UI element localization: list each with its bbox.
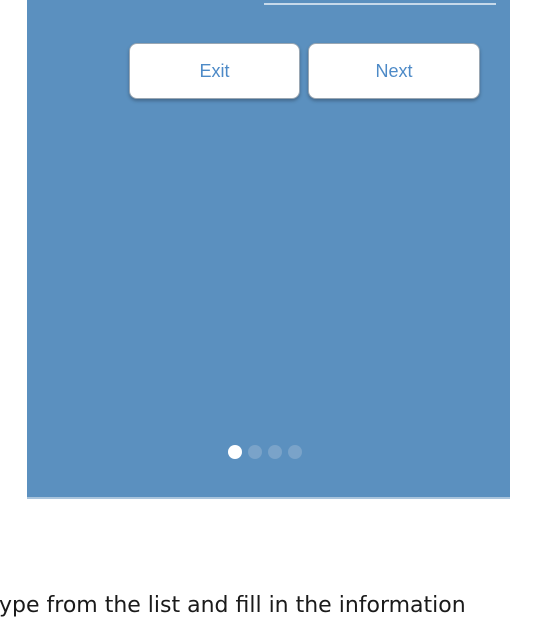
- wizard-panel: Exit Next: [27, 0, 510, 499]
- page-dot-4[interactable]: [288, 445, 302, 459]
- input-underline: [264, 3, 496, 5]
- next-button-label: Next: [375, 60, 413, 81]
- page-dot-3[interactable]: [268, 445, 282, 459]
- exit-button-label: Exit: [199, 60, 230, 81]
- exit-button[interactable]: Exit: [129, 43, 300, 99]
- instruction-caption: ype from the list and fill in the inform…: [0, 593, 466, 618]
- page-dot-1[interactable]: [228, 445, 242, 459]
- page-indicator: [228, 445, 302, 459]
- next-button[interactable]: Next: [308, 43, 480, 99]
- page: Exit Next ype from the list and fill in …: [0, 0, 544, 618]
- page-dot-2[interactable]: [248, 445, 262, 459]
